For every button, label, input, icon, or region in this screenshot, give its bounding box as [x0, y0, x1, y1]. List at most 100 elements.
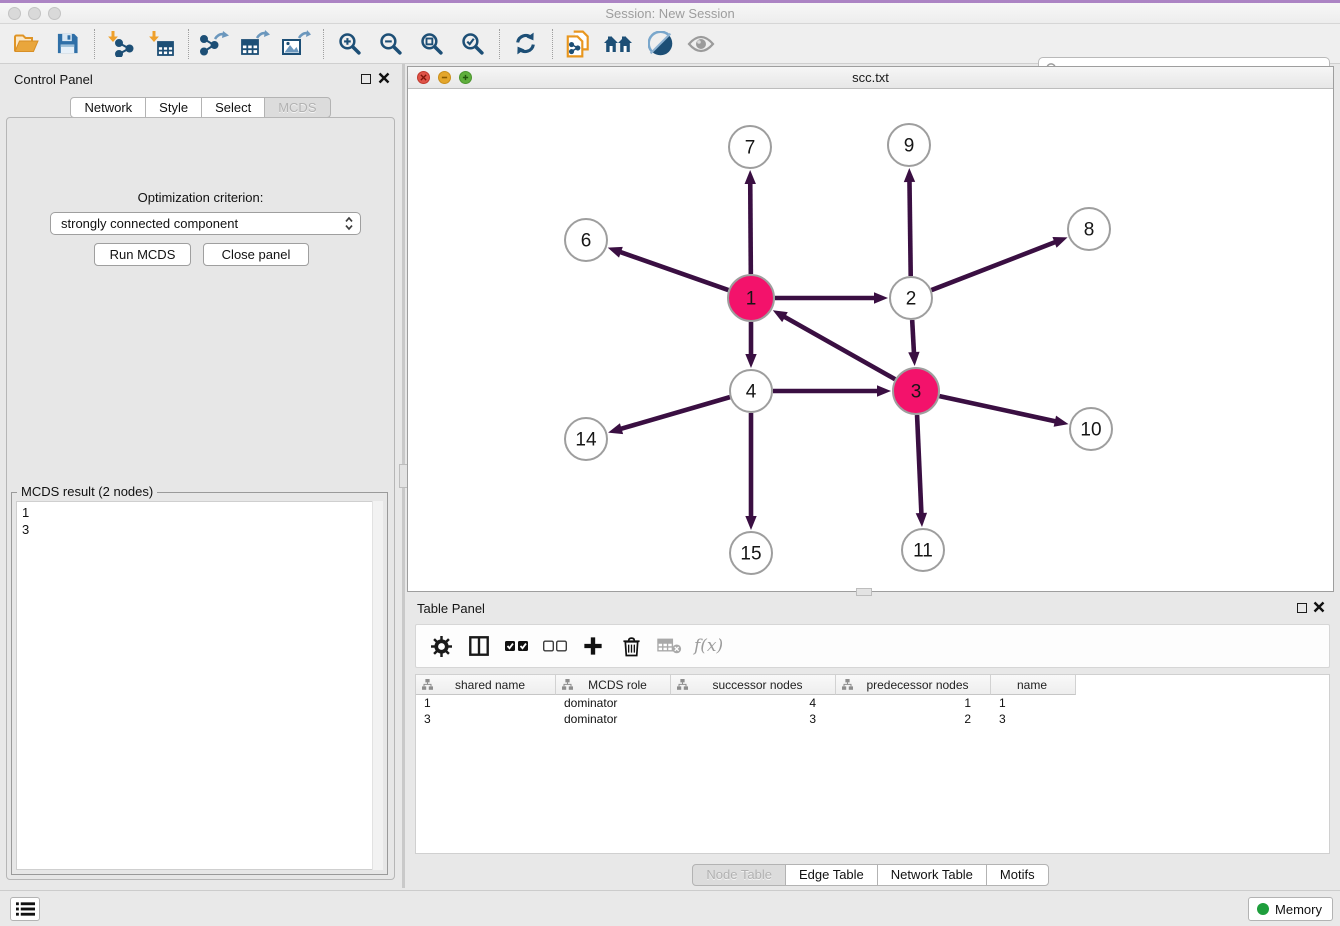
optimization-criterion-dropdown[interactable]: strongly connected component: [50, 212, 361, 235]
run-mcds-button[interactable]: Run MCDS: [94, 243, 191, 266]
graph-edge-2-8[interactable]: [932, 242, 1057, 290]
table-panel-title: Table Panel: [417, 601, 485, 616]
graph-edge-4-14[interactable]: [620, 397, 730, 429]
graph-edge-2-9[interactable]: [909, 180, 910, 276]
graph-edge-arrowhead: [904, 168, 915, 182]
toolbar-separator: [499, 29, 500, 59]
graph-edge-arrowhead: [1052, 237, 1067, 248]
mcds-result-group: MCDS result (2 nodes) 13: [11, 492, 388, 875]
graph-edge-3-10[interactable]: [939, 396, 1056, 421]
graph-edge-3-11[interactable]: [917, 415, 921, 515]
zoom-selected-button[interactable]: [456, 28, 488, 60]
graph-node-label: 14: [575, 430, 597, 451]
mcds-result-title: MCDS result (2 nodes): [17, 484, 157, 499]
column-header-successor-nodes[interactable]: successor nodes: [671, 675, 836, 695]
graph-edge-arrowhead: [608, 423, 623, 434]
table-settings-button[interactable]: [428, 631, 454, 661]
column-header-label: name: [997, 678, 1075, 692]
control-panel-float-button[interactable]: [361, 74, 371, 84]
plus-icon: [583, 636, 603, 656]
column-header-MCDS-role[interactable]: MCDS role: [556, 675, 671, 695]
column-header-label: MCDS role: [573, 678, 670, 692]
status-bar: Memory: [0, 890, 1340, 926]
open-session-button[interactable]: [10, 28, 42, 60]
zoom-in-button[interactable]: [333, 28, 365, 60]
table-row[interactable]: 3dominator323: [416, 711, 1329, 727]
graph-edge-3-1[interactable]: [783, 316, 895, 379]
save-session-button[interactable]: [51, 28, 83, 60]
graph-edge-2-3[interactable]: [912, 320, 914, 354]
export-network-button[interactable]: [198, 28, 230, 60]
graph-edge-arrowhead: [745, 354, 756, 368]
delete-column-button[interactable]: [618, 631, 644, 661]
column-header-label: successor nodes: [688, 678, 835, 692]
network-graph: 1234678910111415: [408, 89, 1333, 591]
column-header-predecessor-nodes[interactable]: predecessor nodes: [836, 675, 991, 695]
hide-details-icon: [648, 31, 673, 56]
task-history-button[interactable]: [10, 897, 40, 921]
unchecked-boxes-icon: [543, 640, 567, 652]
memory-button[interactable]: Memory: [1248, 897, 1333, 921]
mcds-result-line: 1: [22, 504, 377, 521]
network-canvas[interactable]: 1234678910111415: [408, 89, 1333, 591]
tab-network[interactable]: Network: [70, 97, 146, 118]
table-panel-float-button[interactable]: [1297, 603, 1307, 613]
graph-node-label: 11: [913, 541, 933, 562]
horizontal-splitter-grip[interactable]: [856, 588, 872, 596]
trash-icon: [622, 636, 641, 657]
split-columns-button[interactable]: [466, 631, 492, 661]
graph-edge-1-6[interactable]: [619, 252, 728, 290]
mac-titlebar: Session: New Session: [0, 3, 1340, 24]
graph-node-label: 6: [581, 231, 592, 252]
export-table-icon: [240, 30, 270, 57]
tab-select[interactable]: Select: [201, 97, 265, 118]
graph-edge-1-7[interactable]: [750, 182, 751, 274]
graph-edge-arrowhead: [745, 170, 756, 184]
graph-node-label: 1: [746, 289, 757, 310]
delete-table-icon: [657, 637, 682, 655]
toolbar-separator: [552, 29, 553, 59]
network-window-titlebar: scc.txt: [408, 67, 1333, 89]
table-cell: 3: [671, 711, 836, 727]
mcds-result-text[interactable]: 13: [16, 501, 383, 870]
tab-motifs[interactable]: Motifs: [986, 864, 1049, 886]
zoom-fit-button[interactable]: [415, 28, 447, 60]
table-panel-close-button[interactable]: [1313, 600, 1325, 618]
table-row[interactable]: 1dominator411: [416, 695, 1329, 711]
zoom-out-button[interactable]: [374, 28, 406, 60]
column-header-shared-name[interactable]: shared name: [416, 675, 556, 695]
table-body: 1dominator4113dominator323: [416, 695, 1329, 727]
tab-node-table[interactable]: Node Table: [692, 864, 786, 886]
result-scrollbar[interactable]: [372, 501, 383, 870]
control-panel-close-button[interactable]: [378, 71, 390, 89]
function-builder-button[interactable]: f(x): [694, 631, 723, 661]
export-image-button[interactable]: [280, 28, 312, 60]
hide-all-columns-button[interactable]: [542, 631, 568, 661]
hierarchy-icon: [842, 679, 853, 690]
column-header-name[interactable]: name: [991, 675, 1076, 695]
node-table: shared name MCDS role successor nodesprede…: [415, 674, 1330, 854]
table-cell: dominator: [556, 711, 671, 727]
show-graphics-eye-button[interactable]: [685, 28, 717, 60]
refresh-button[interactable]: [509, 28, 541, 60]
tab-edge-table[interactable]: Edge Table: [785, 864, 878, 886]
import-network-button[interactable]: [104, 28, 136, 60]
delete-table-button[interactable]: [656, 631, 682, 661]
export-table-button[interactable]: [239, 28, 271, 60]
show-all-columns-button[interactable]: [504, 631, 530, 661]
first-neighbors-button[interactable]: [603, 28, 635, 60]
graph-node-label: 15: [740, 544, 761, 565]
add-column-button[interactable]: [580, 631, 606, 661]
graph-node-label: 8: [1084, 220, 1095, 241]
close-panel-button[interactable]: Close panel: [203, 243, 309, 266]
tab-style[interactable]: Style: [145, 97, 202, 118]
zoom-selected-icon: [460, 31, 485, 56]
optimization-criterion-label: Optimization criterion:: [7, 190, 394, 205]
clone-network-button[interactable]: [562, 28, 594, 60]
table-toolbar: f(x): [415, 624, 1330, 668]
tab-network-table[interactable]: Network Table: [877, 864, 987, 886]
hide-graphics-details-button[interactable]: [644, 28, 676, 60]
hierarchy-icon: [677, 679, 688, 690]
tab-mcds[interactable]: MCDS: [264, 97, 330, 118]
import-table-button[interactable]: [145, 28, 177, 60]
